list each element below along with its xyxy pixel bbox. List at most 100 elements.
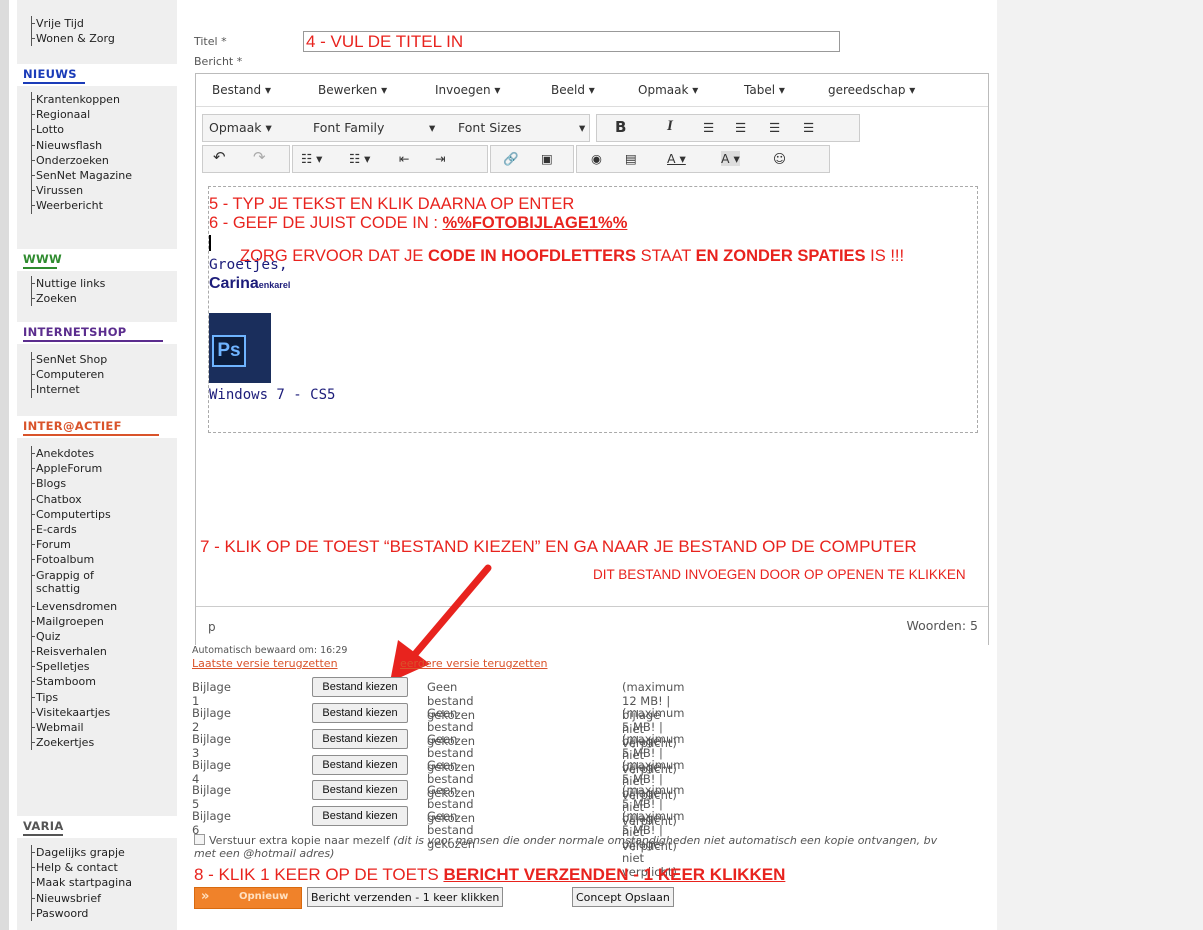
- sidebar-item[interactable]: Vrije Tijd: [31, 16, 115, 31]
- sidebar-item[interactable]: Chatbox: [31, 492, 126, 507]
- sidebar-item[interactable]: Grappig of schattig: [31, 568, 126, 599]
- arrow-icon: [390, 564, 492, 682]
- indent-icon[interactable]: ⇥: [435, 151, 445, 166]
- choose-file-button[interactable]: Bestand kiezen: [312, 677, 408, 697]
- sidebar-item[interactable]: Reisverhalen: [31, 644, 126, 659]
- sidebar-section-www[interactable]: WWW: [17, 249, 177, 271]
- preview-icon[interactable]: ◉: [591, 151, 602, 166]
- sidebar-item[interactable]: Nieuwsbrief: [31, 891, 132, 906]
- sidebar-item[interactable]: Weerbericht: [30, 198, 132, 213]
- undo-icon[interactable]: ↶: [213, 148, 226, 166]
- warning-text: ZORG ERVOOR DAT JE: [240, 247, 428, 265]
- attachment-label: Bijlage 3: [192, 732, 231, 760]
- title-input[interactable]: 4 - VUL DE TITEL IN: [303, 31, 840, 52]
- menu-beeld[interactable]: Beeld ▾: [551, 83, 595, 97]
- sidebar-item[interactable]: E-cards: [31, 522, 126, 537]
- redo-icon[interactable]: ↷: [253, 148, 266, 166]
- emoticon-icon[interactable]: ☺: [773, 151, 786, 166]
- sidebar-item[interactable]: Spelletjes: [31, 659, 126, 674]
- sidebar-item[interactable]: Stamboom: [31, 674, 126, 689]
- message-label: Bericht *: [194, 55, 243, 68]
- sidebar-item[interactable]: Anekdotes: [31, 446, 126, 461]
- sidebar-item[interactable]: SenNet Shop: [30, 352, 107, 367]
- sidebar-top-list: Vrije Tijd Wonen & Zorg: [31, 16, 115, 47]
- sidebar-section-interactief[interactable]: INTER@ACTIEF: [17, 416, 177, 438]
- sidebar-item[interactable]: Lotto: [30, 122, 132, 137]
- sidebar-item[interactable]: Dagelijks grapje: [31, 845, 132, 860]
- choose-file-button[interactable]: Bestand kiezen: [312, 703, 408, 723]
- media-icon[interactable]: ▤: [625, 151, 637, 166]
- send-message-button[interactable]: Bericht verzenden - 1 keer klikken: [307, 887, 504, 907]
- choose-file-button[interactable]: Bestand kiezen: [312, 755, 408, 775]
- sidebar-item[interactable]: Paswoord: [31, 906, 132, 921]
- sidebar-section-nieuws[interactable]: NIEUWS: [17, 64, 177, 86]
- bullet-list-icon[interactable]: ☷ ▾: [301, 151, 322, 166]
- editor-content[interactable]: 5 - TYP JE TEKST EN KLIK DAARNA OP ENTER…: [208, 186, 978, 433]
- sidebar-item[interactable]: Nuttige links: [30, 276, 105, 291]
- choose-file-button[interactable]: Bestand kiezen: [312, 806, 408, 826]
- sidebar-item[interactable]: Computeren: [30, 367, 107, 382]
- sidebar-item[interactable]: Onderzoeken: [30, 153, 132, 168]
- outdent-icon[interactable]: ⇤: [399, 151, 409, 166]
- sidebar-item[interactable]: Wonen & Zorg: [31, 31, 115, 46]
- editor-menubar: Bestand ▾ Bewerken ▾ Invoegen ▾ Beeld ▾ …: [196, 74, 988, 107]
- extra-toolbar: ◉ ▤ A ▾ A ▾ ☺: [576, 145, 830, 173]
- restore-older-link[interactable]: eerdere versie terugzetten: [400, 657, 547, 670]
- sidebar-item[interactable]: Webmail: [31, 720, 126, 735]
- menu-bestand[interactable]: Bestand ▾: [212, 83, 271, 97]
- reset-button[interactable]: » Opnieuw: [194, 887, 302, 909]
- sidebar-item[interactable]: Blogs: [31, 476, 126, 491]
- sidebar-item[interactable]: Levensdromen: [31, 599, 126, 614]
- chevron-down-icon[interactable]: ▾: [579, 120, 585, 135]
- sidebar-item[interactable]: Internet: [30, 382, 107, 397]
- save-draft-button[interactable]: Concept Opslaan: [572, 887, 674, 907]
- sidebar-item[interactable]: Krantenkoppen: [30, 92, 132, 107]
- menu-opmaak[interactable]: Opmaak ▾: [638, 83, 698, 97]
- sidebar-section-internetshop[interactable]: INTERNETSHOP: [17, 322, 177, 344]
- menu-tabel[interactable]: Tabel ▾: [744, 83, 785, 97]
- sidebar-item[interactable]: Nieuwsflash: [30, 138, 132, 153]
- sidebar-item[interactable]: Visitekaartjes: [31, 705, 126, 720]
- sidebar-item[interactable]: Help & contact: [31, 860, 132, 875]
- font-family-select[interactable]: Font Family: [313, 120, 384, 135]
- text-color-icon[interactable]: A ▾: [667, 151, 686, 166]
- sidebar-item[interactable]: Computertips: [31, 507, 126, 522]
- sidebar-item[interactable]: Fotoalbum: [31, 552, 126, 567]
- sidebar-item[interactable]: Maak startpagina: [31, 875, 132, 890]
- numbered-list-icon[interactable]: ☷ ▾: [349, 151, 370, 166]
- sidebar-item[interactable]: Zoekertjes: [31, 735, 126, 750]
- format-toolbar: Opmaak ▾ Font Family ▾ Font Sizes ▾: [202, 114, 590, 142]
- menu-invoegen[interactable]: Invoegen ▾: [435, 83, 500, 97]
- bold-button[interactable]: B: [615, 118, 626, 136]
- menu-bewerken[interactable]: Bewerken ▾: [318, 83, 387, 97]
- choose-file-button[interactable]: Bestand kiezen: [312, 729, 408, 749]
- instruction-step6-text: 6 - GEEF DE JUIST CODE IN :: [209, 214, 443, 232]
- restore-last-link[interactable]: Laatste versie terugzetten: [192, 657, 338, 670]
- align-left-icon[interactable]: ☰: [703, 120, 714, 135]
- align-center-icon[interactable]: ☰: [735, 120, 746, 135]
- sidebar-item[interactable]: Forum: [31, 537, 126, 552]
- sidebar-item[interactable]: Zoeken: [30, 291, 105, 306]
- sidebar-item[interactable]: Virussen: [30, 183, 132, 198]
- chevron-down-icon[interactable]: ▾: [429, 120, 435, 135]
- format-select-label: Opmaak: [209, 120, 262, 135]
- sidebar-item[interactable]: Quiz: [31, 629, 126, 644]
- sidebar-item[interactable]: Tips: [31, 690, 126, 705]
- italic-button[interactable]: I: [667, 118, 673, 135]
- format-select[interactable]: Opmaak ▾: [209, 120, 272, 135]
- menu-label: Invoegen: [435, 83, 491, 97]
- sidebar-item[interactable]: AppleForum: [31, 461, 126, 476]
- align-justify-icon[interactable]: ☰: [803, 120, 814, 135]
- sidebar-section-varia[interactable]: VARIA: [17, 816, 177, 838]
- menu-gereedschap[interactable]: gereedschap ▾: [828, 83, 915, 97]
- link-icon[interactable]: 🔗: [503, 151, 519, 167]
- sidebar-item[interactable]: Regionaal: [30, 107, 132, 122]
- font-size-select[interactable]: Font Sizes: [458, 120, 521, 135]
- sidebar-item[interactable]: Mailgroepen: [31, 614, 126, 629]
- sidebar-item[interactable]: SenNet Magazine: [30, 168, 132, 183]
- copy-checkbox[interactable]: [194, 834, 205, 845]
- align-right-icon[interactable]: ☰: [769, 120, 780, 135]
- choose-file-button[interactable]: Bestand kiezen: [312, 780, 408, 800]
- background-color-icon[interactable]: A ▾: [721, 151, 740, 166]
- image-icon[interactable]: ▣: [541, 151, 553, 166]
